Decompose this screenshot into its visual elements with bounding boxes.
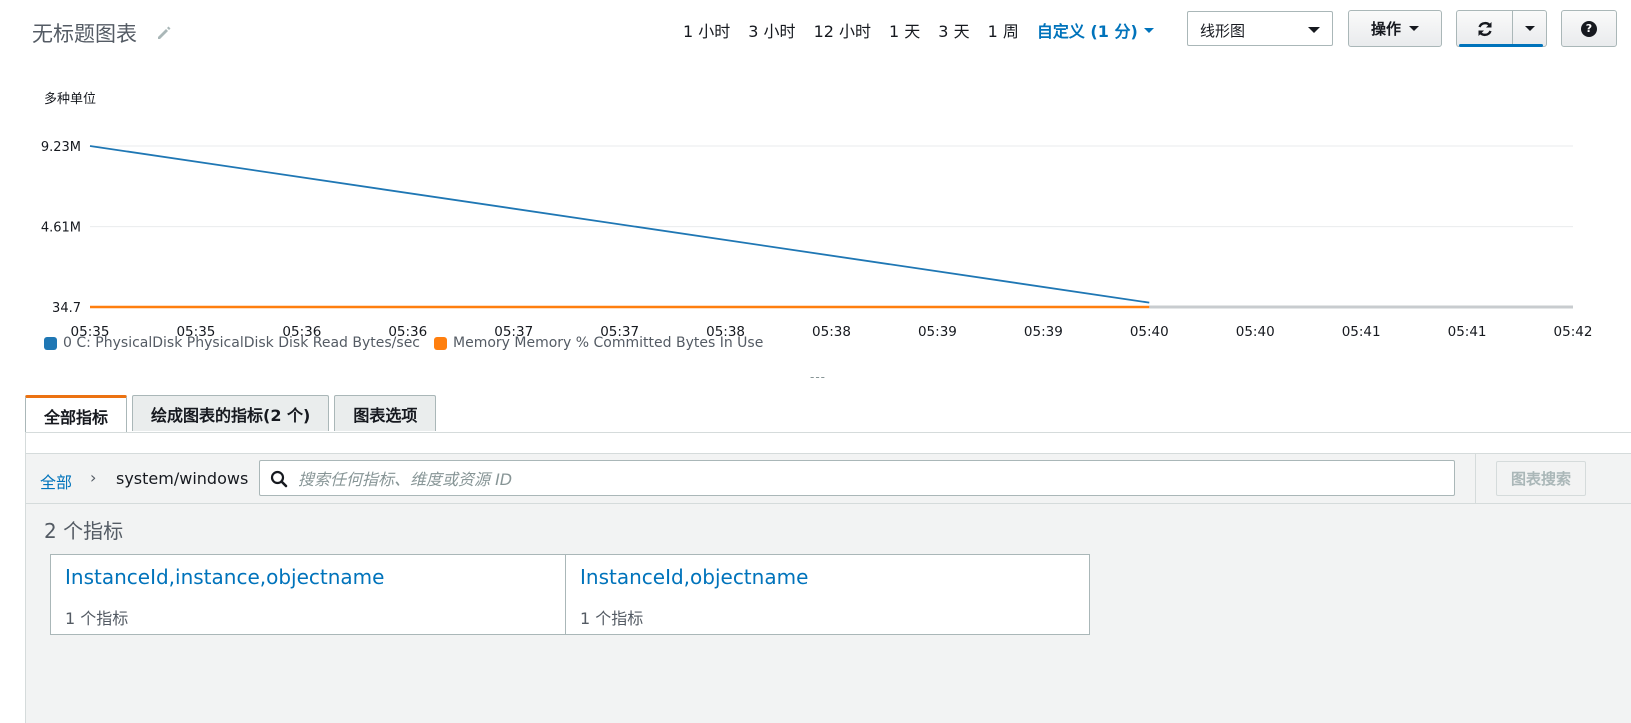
x-tick-label: 05:41 — [1342, 324, 1381, 340]
actions-button[interactable]: 操作 — [1348, 10, 1442, 47]
search-bar: 全部 › system/windows 图表搜索 — [26, 454, 1631, 504]
tab-graph-options[interactable]: 图表选项 — [334, 395, 437, 431]
resize-handle[interactable]: --- — [810, 370, 826, 384]
refresh-interval-dropdown[interactable] — [1512, 10, 1547, 47]
graph-search-button[interactable]: 图表搜索 — [1496, 461, 1586, 496]
y-tick-label: 4.61M — [41, 221, 81, 236]
series-line-0 — [89, 145, 1150, 304]
tab-graphed-metrics[interactable]: 绘成图表的指标(2 个) — [132, 395, 330, 431]
legend-swatch-memory — [434, 336, 447, 350]
title-wrap: 无标题图表 — [32, 18, 173, 48]
chevron-down-icon — [1308, 27, 1320, 33]
namespace-card-count: 1 个指标 — [65, 609, 129, 628]
y-tick-label: 9.23M — [41, 140, 81, 155]
range-1w[interactable]: 1 周 — [988, 18, 1019, 42]
refresh-button[interactable] — [1456, 10, 1513, 47]
x-tick-label: 05:38 — [812, 324, 851, 340]
metrics-tabs: 全部指标 绘成图表的指标(2 个) 图表选项 — [25, 395, 441, 433]
namespace-card-count: 1 个指标 — [580, 609, 644, 628]
divider — [1475, 454, 1476, 504]
time-range-selector: 1 小时 3 小时 12 小时 1 天 3 天 1 周 自定义 (1 分) — [683, 16, 1172, 44]
namespace-card[interactable]: InstanceId,objectname 1 个指标 — [565, 554, 1090, 635]
search-input[interactable] — [296, 467, 1440, 491]
legend-item-memory[interactable]: Memory Memory % Committed Bytes In Use — [434, 335, 763, 351]
legend-item-disk-read[interactable]: 0 C: PhysicalDisk PhysicalDisk Disk Read… — [44, 335, 420, 351]
edit-pencil-icon[interactable] — [155, 24, 173, 42]
breadcrumb-root[interactable]: 全部 — [40, 469, 72, 493]
help-icon: ? — [1581, 20, 1597, 37]
refresh-icon — [1478, 21, 1492, 36]
tab-all-metrics[interactable]: 全部指标 — [25, 395, 128, 433]
chevron-down-icon — [1409, 26, 1419, 31]
legend-label-memory: Memory Memory % Committed Bytes In Use — [453, 335, 764, 351]
top-bar: 无标题图表 1 小时 3 小时 12 小时 1 天 3 天 1 周 自定义 (1… — [0, 0, 1631, 66]
metric-count: 2 个指标 — [44, 519, 124, 543]
range-1d[interactable]: 1 天 — [889, 18, 920, 42]
legend-label-disk-read: 0 C: PhysicalDisk PhysicalDisk Disk Read… — [63, 335, 420, 351]
chart-svg: 多种单位9.23M4.61M34.705:35 05:35 05:36 05:36 05… — [41, 91, 1593, 340]
x-tick-label: 05:42 — [1554, 324, 1593, 340]
y-axis-label: 多种单位 — [44, 91, 96, 107]
range-3h[interactable]: 3 小时 — [748, 18, 795, 42]
range-custom[interactable]: 自定义 (1 分) — [1037, 18, 1138, 42]
x-tick-label: 05:41 — [1448, 324, 1487, 340]
y-tick-label: 34.7 — [52, 301, 81, 316]
range-3d[interactable]: 3 天 — [938, 18, 969, 42]
panel-top-strip — [26, 433, 1631, 454]
help-label: ? — [1585, 22, 1593, 35]
range-1h[interactable]: 1 小时 — [683, 18, 730, 42]
page-title: 无标题图表 — [32, 22, 137, 46]
legend-swatch-disk-read — [44, 336, 57, 350]
refresh-active-indicator — [1459, 44, 1543, 47]
range-12h[interactable]: 12 小时 — [814, 18, 871, 42]
chart-type-value: 线形图 — [1200, 22, 1246, 40]
x-tick-label: 05:40 — [1130, 324, 1169, 340]
namespace-card-title[interactable]: InstanceId,objectname — [580, 565, 808, 589]
x-tick-label: 05:39 — [918, 324, 957, 340]
namespace-card-title[interactable]: InstanceId,instance,objectname — [65, 565, 384, 589]
metric-search-field[interactable] — [259, 460, 1455, 496]
search-icon — [270, 470, 288, 488]
chevron-down-icon — [1524, 26, 1535, 31]
x-tick-label: 05:40 — [1236, 324, 1275, 340]
actions-label: 操作 — [1370, 20, 1401, 38]
x-tick-label: 05:39 — [1024, 324, 1063, 340]
chart-type-select[interactable]: 线形图 — [1187, 11, 1333, 46]
chevron-down-icon[interactable] — [1143, 27, 1154, 33]
metrics-browser-panel: 全部 › system/windows 图表搜索 2 个指标 InstanceI… — [25, 432, 1631, 723]
breadcrumb-separator-icon: › — [90, 468, 97, 487]
help-button[interactable]: ? — [1561, 10, 1617, 47]
breadcrumb-current: system/windows — [116, 469, 249, 488]
namespace-card[interactable]: InstanceId,instance,objectname 1 个指标 — [50, 554, 575, 635]
chart-legend: 0 C: PhysicalDisk PhysicalDisk Disk Read… — [44, 335, 777, 351]
